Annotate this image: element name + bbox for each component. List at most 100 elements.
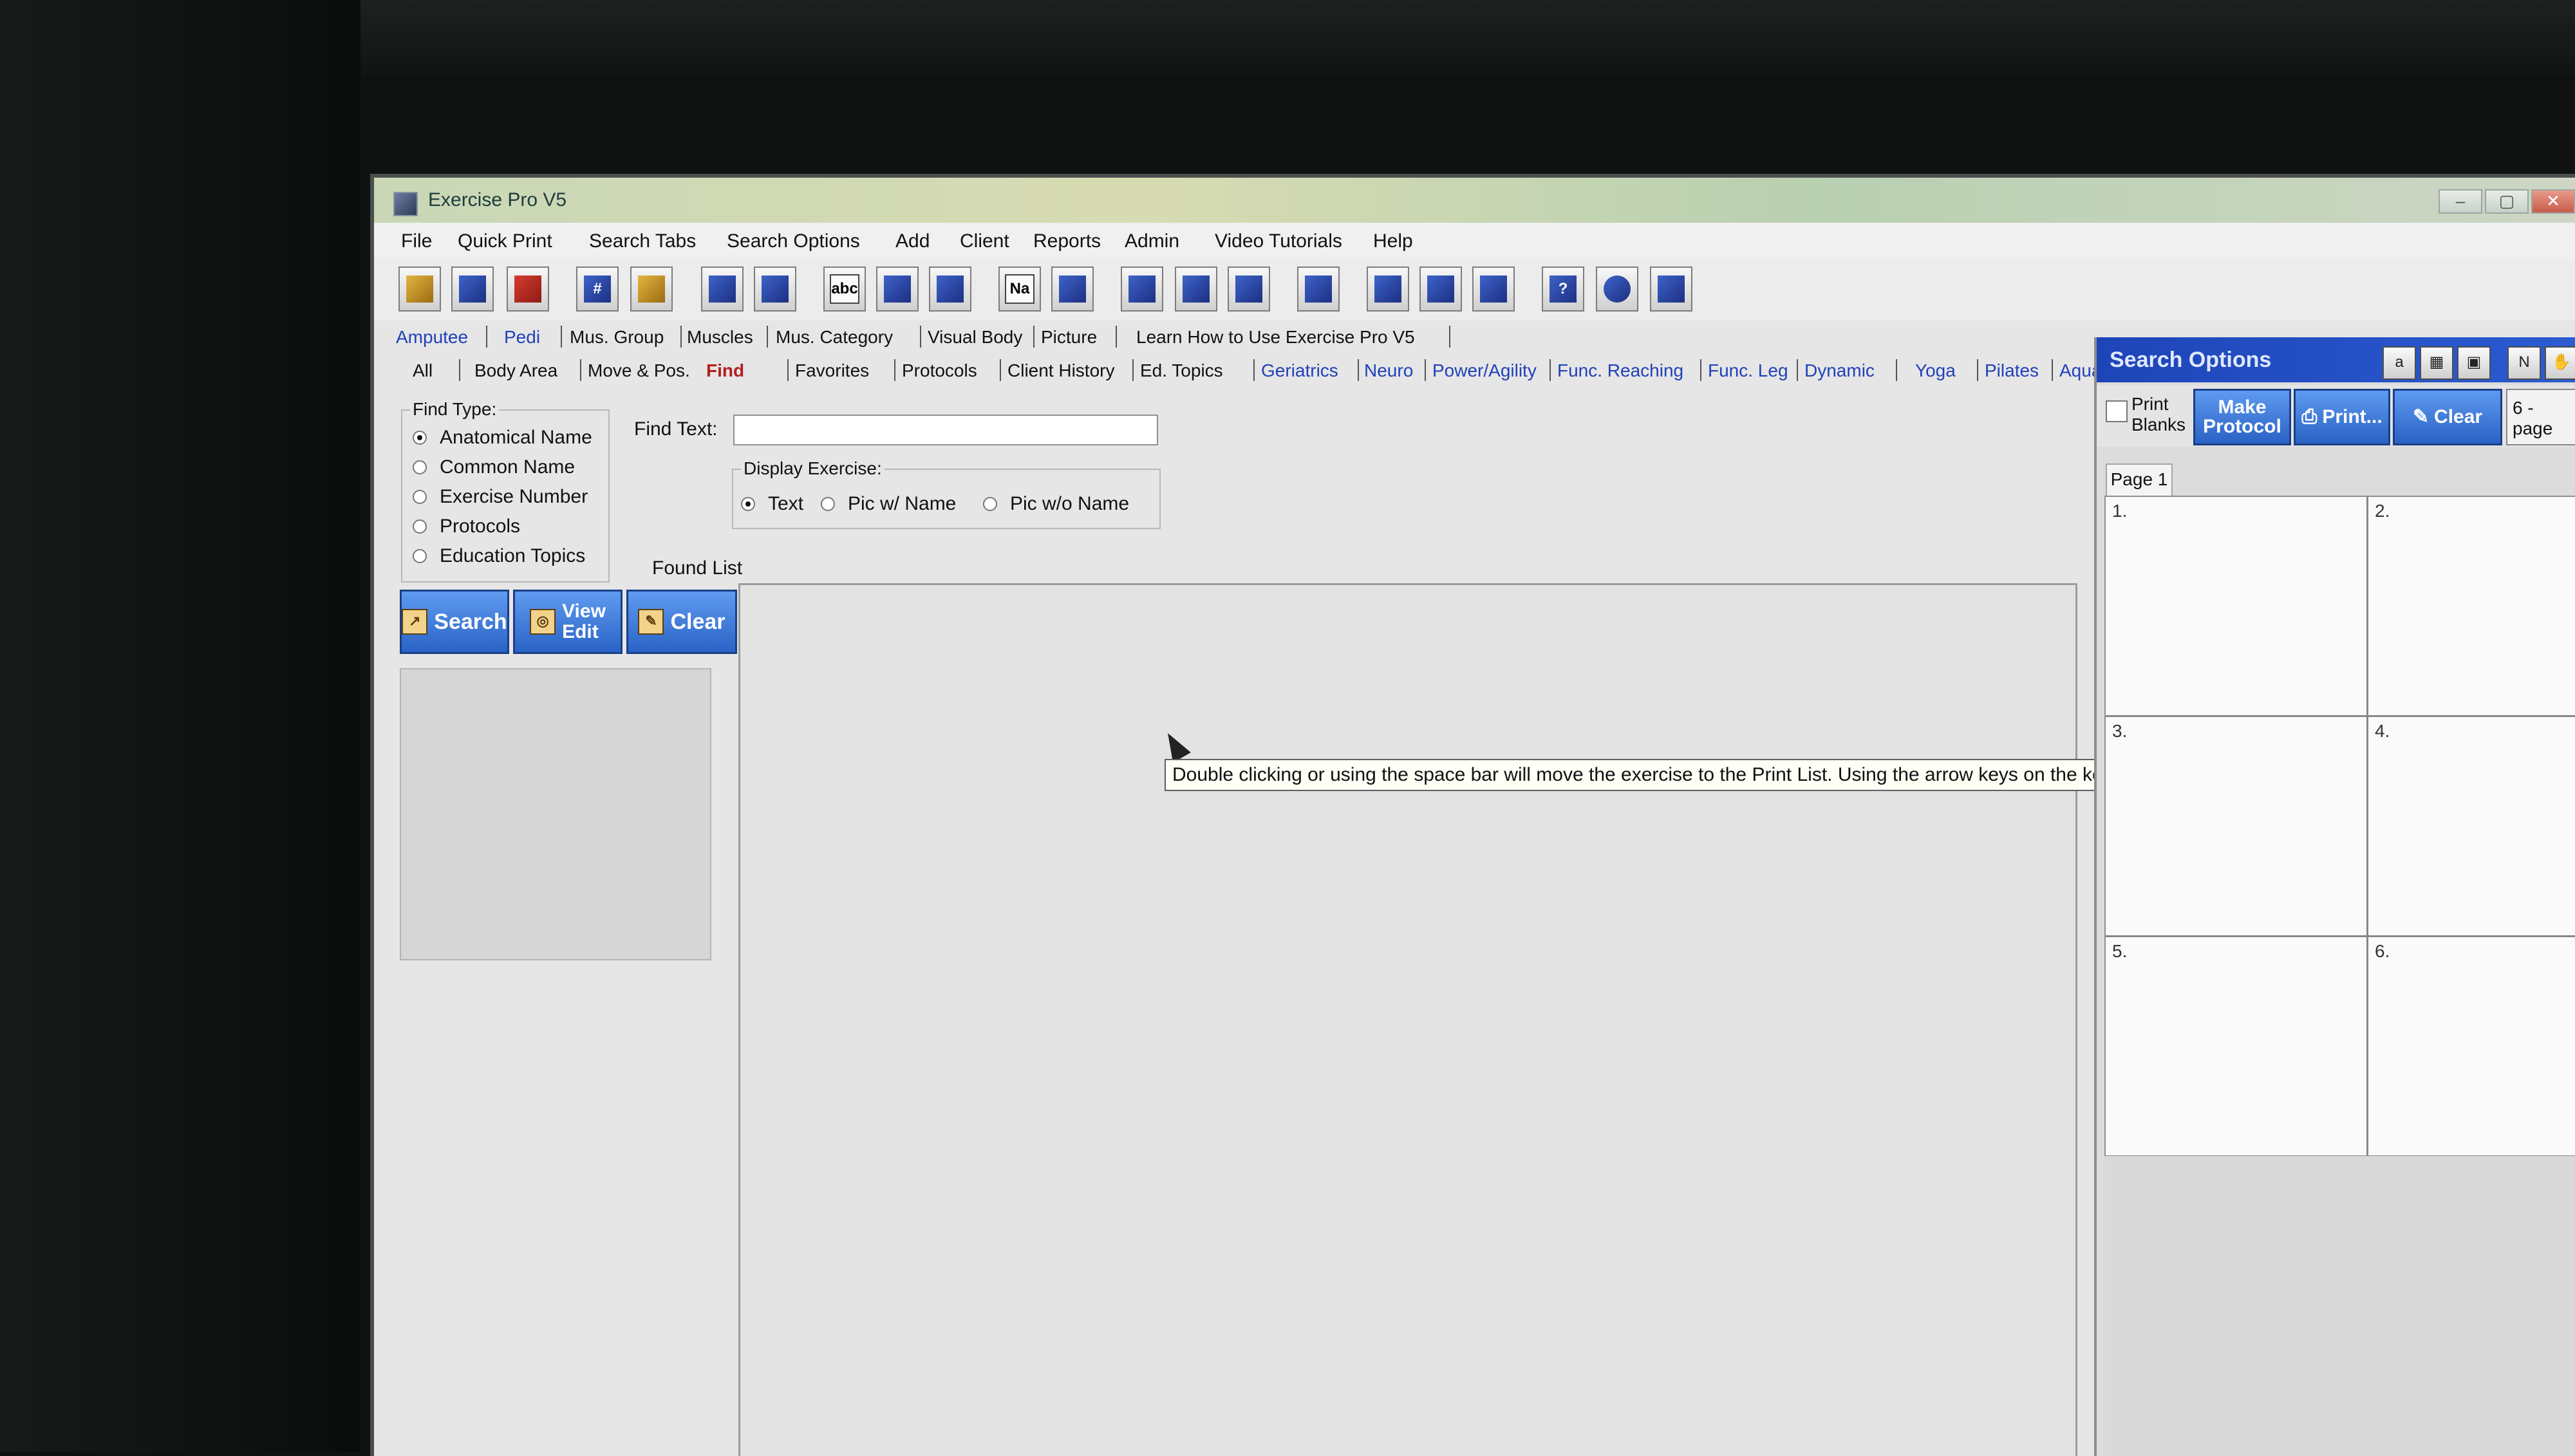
lift-icon[interactable] [1472,266,1515,312]
minimize-button[interactable]: – [2439,189,2482,214]
hand-icon[interactable] [1051,266,1094,312]
radio-button[interactable] [821,497,835,511]
tab-separator [459,359,460,381]
print-slot[interactable]: 4. [2368,717,2575,937]
tab-all[interactable]: All [413,360,433,381]
image-icon[interactable]: ▣ [2457,346,2491,380]
hash-icon[interactable]: # [576,266,619,312]
menu-client[interactable]: Client [960,230,1009,252]
tab-find[interactable]: Find [706,360,744,381]
menu-admin[interactable]: Admin [1125,230,1179,252]
find-type-protocols[interactable]: Protocols [413,514,520,539]
tab-neuro[interactable]: Neuro [1364,360,1413,381]
abc-icon[interactable]: abc [823,266,866,312]
runner-icon[interactable] [1367,266,1409,312]
menu-reports[interactable]: Reports [1033,230,1101,252]
tab-pedi[interactable]: Pedi [504,327,540,348]
view-edit-button[interactable]: ◎ View Edit [513,590,623,654]
tab-yoga[interactable]: Yoga [1915,360,1956,381]
print-list-clear-button[interactable]: ✎ Clear [2393,389,2502,445]
menu-add[interactable]: Add [895,230,930,252]
help-icon[interactable]: ? [1542,266,1584,312]
make-protocol-button[interactable]: Make Protocol [2193,389,2291,445]
image-icon[interactable] [929,266,971,312]
tab-amputee[interactable]: Amputee [396,327,468,348]
card-icon[interactable] [451,266,494,312]
learn-how-link[interactable]: Learn How to Use Exercise Pro V5 [1136,327,1415,348]
menu-help[interactable]: Help [1373,230,1413,252]
tab-client-history[interactable]: Client History [1007,360,1114,381]
print-slot[interactable]: 3. [2106,717,2368,937]
clear-button[interactable]: ✎ Clear [626,590,737,654]
manual-icon[interactable] [1650,266,1692,312]
hand-icon[interactable]: ✋ [2545,346,2575,380]
tab-func-leg[interactable]: Func. Leg [1708,360,1788,381]
page-layout-select[interactable]: 6 - page [2506,389,2575,445]
tab-dynamic[interactable]: Dynamic [1804,360,1875,381]
thumbnail-icon[interactable]: ▦ [2420,346,2453,380]
radio-button[interactable] [983,497,997,511]
tab-ed-topics[interactable]: Ed. Topics [1140,360,1223,381]
display-text-option[interactable]: Text [741,493,803,515]
page-tab[interactable]: Page 1 [2106,463,2173,498]
grid-icon[interactable] [701,266,744,312]
search-button[interactable]: ↗ Search [400,590,509,654]
mat-icon[interactable] [1419,266,1462,312]
print-slot[interactable]: 6. [2368,937,2575,1157]
display-pic-without-name-option[interactable]: Pic w/o Name [983,493,1129,515]
tab-mus-category[interactable]: Mus. Category [776,327,893,348]
tab-geriatrics[interactable]: Geriatrics [1261,360,1338,381]
found-list[interactable] [738,583,2077,1456]
display-pic-with-name-option[interactable]: Pic w/ Name [821,493,956,515]
list-icon[interactable] [754,266,796,312]
radio-button[interactable] [741,497,755,511]
scroll-icon[interactable] [630,266,673,312]
menu-file[interactable]: File [401,230,432,252]
print-slot[interactable]: 1. [2106,497,2368,717]
abc-icon[interactable]: a [2383,346,2416,380]
maximize-button[interactable]: ▢ [2485,189,2529,214]
tab-mus-group[interactable]: Mus. Group [570,327,664,348]
menu-search-tabs[interactable]: Search Tabs [589,230,696,252]
tab-body-area[interactable]: Body Area [474,360,557,381]
tab-protocols[interactable]: Protocols [902,360,977,381]
find-text-input[interactable] [733,415,1158,445]
tab-move-pos[interactable]: Move & Pos. [588,360,690,381]
pencil-icon[interactable] [398,266,441,312]
na-icon[interactable]: Na [998,266,1041,312]
weight-icon[interactable] [1175,266,1217,312]
tab-power-agility[interactable]: Power/Agility [1432,360,1537,381]
find-type-anatomical-name[interactable]: Anatomical Name [413,425,592,451]
stretch-icon[interactable] [1297,266,1340,312]
book-icon[interactable] [507,266,549,312]
thumbnail-icon[interactable] [876,266,919,312]
tab-favorites[interactable]: Favorites [795,360,869,381]
eraser-icon: ✎ [638,609,664,635]
radio-button[interactable] [413,519,427,534]
radio-button[interactable] [413,431,427,445]
find-type-common-name[interactable]: Common Name [413,454,575,480]
radio-button[interactable] [413,549,427,563]
tab-pilates[interactable]: Pilates [1985,360,2039,381]
menu-quick-print[interactable]: Quick Print [458,230,552,252]
na-icon[interactable]: N [2507,346,2541,380]
radio-button[interactable] [413,460,427,474]
tab-func-reaching[interactable]: Func. Reaching [1557,360,1683,381]
frame-icon[interactable] [1228,266,1270,312]
close-button[interactable]: ✕ [2531,189,2575,214]
drawer-icon[interactable] [1121,266,1163,312]
radio-button[interactable] [413,490,427,504]
menu-search-options[interactable]: Search Options [727,230,860,252]
print-slot[interactable]: 2. [2368,497,2575,717]
print-button[interactable]: ⎙ Print... [2294,389,2390,445]
find-type-exercise-number[interactable]: Exercise Number [413,484,588,510]
print-slot[interactable]: 5. [2106,937,2368,1157]
tab-picture[interactable]: Picture [1041,327,1097,348]
tab-muscles[interactable]: Muscles [687,327,753,348]
tab-separator [1132,359,1134,381]
globe-icon[interactable] [1596,266,1638,312]
find-type-education-topics[interactable]: Education Topics [413,543,585,569]
tab-visual-body[interactable]: Visual Body [928,327,1022,348]
print-blanks-checkbox[interactable] [2106,400,2128,422]
menu-video-tutorials[interactable]: Video Tutorials [1215,230,1342,252]
